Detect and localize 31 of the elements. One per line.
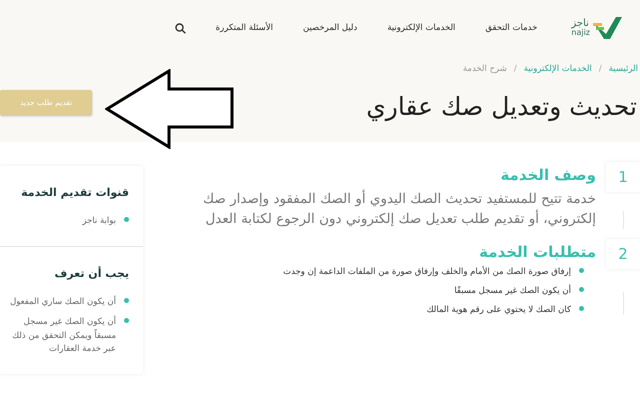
search-icon[interactable] (174, 22, 186, 34)
breadcrumb-separator: / (598, 64, 602, 74)
sidebar-item-text: أن يكون الصك ساري المفعول (10, 296, 116, 310)
breadcrumb-current: شرح الخدمة (462, 64, 507, 74)
logo-text[interactable]: ناجز (571, 19, 589, 29)
sidebar-title: قنوات تقديم الخدمة (20, 186, 129, 199)
sidebar-title: يجب أن تعرف (54, 267, 129, 280)
bullet-icon (124, 298, 129, 304)
description-text: خدمة تتيح للمستفيد تحديث الصك اليدوي أو الصك المفقود وإصدار صك إلكتروني، أو تقديم طلب تعديل صك إلكتروني دون الرجوع لكتابة العدل (202, 190, 596, 229)
bullet-icon (579, 306, 584, 312)
checkmark-logo-icon[interactable] (592, 15, 622, 41)
step-number: 1 (606, 162, 640, 192)
requirement-text: إرفاق صورة الصك من الأمام والخلف وإرفاق صورة من الملفات الداعمة إن وجدت (283, 267, 571, 278)
section-title: متطلبات الخدمة (478, 243, 596, 262)
bullet-icon (579, 287, 584, 292)
section-title: وصف الخدمة (499, 166, 596, 184)
requirement-text: كان الصك لا يحتوي على رقم هوية المالك (426, 305, 571, 316)
nav-link[interactable]: الأسئلة المتكررة (216, 23, 274, 33)
breadcrumb-separator: / (514, 64, 517, 74)
step-number: 2 (606, 239, 640, 270)
logo-text[interactable]: najiz (571, 29, 590, 37)
bullet-icon (124, 217, 129, 222)
bullet-icon (124, 318, 129, 324)
sidebar-item-text: أن يكون الصك غير مسجل مسبقاً ويمكن التحقق من ذلك عبر خدمة العقارات (11, 316, 116, 356)
nav-link[interactable]: دليل المرخصين (303, 23, 358, 33)
nav-link[interactable]: خدمات التحقق (485, 23, 538, 33)
requirement-text: أن يكون الصك غير مسجل مسبقًا (454, 286, 571, 296)
sidebar-item-text: بوابة ناجز (82, 215, 116, 228)
nav-link[interactable]: الخدمات الإلكترونية (387, 23, 456, 33)
page-title: تحديث وتعديل صك عقاري (366, 92, 637, 120)
bullet-icon (579, 268, 584, 274)
